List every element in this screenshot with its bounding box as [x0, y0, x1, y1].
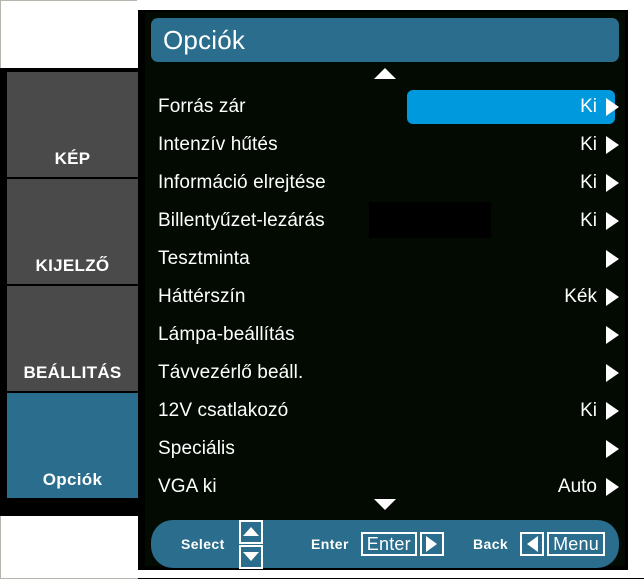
background-plate-right-edge [628, 0, 644, 578]
hint-back: Back Menu [473, 532, 605, 556]
menu-row-right: Auto [558, 468, 619, 506]
sidebar-item-label: Opciók [42, 470, 103, 489]
sidebar-item-kep[interactable]: KÉP [7, 72, 138, 177]
menu-row-right [597, 240, 619, 278]
row-highlight [407, 356, 615, 390]
chevron-right-icon[interactable] [606, 174, 619, 192]
background-plate-bottom-left [0, 516, 138, 579]
enter-key[interactable]: Enter [360, 532, 417, 556]
menu-row-value: Ki [580, 134, 597, 155]
hint-back-label: Back [473, 536, 509, 552]
menu-row[interactable]: Tesztminta [145, 240, 625, 278]
hint-enter-label: Enter [311, 536, 349, 552]
background-plate-top-edge [137, 0, 644, 10]
enter-key-group[interactable]: Enter [360, 532, 444, 556]
menu-row-label: Távvezérlő beáll. [158, 362, 304, 383]
chevron-right-icon[interactable] [606, 136, 619, 154]
triangle-left-icon[interactable] [520, 532, 545, 556]
menu-row-value: Auto [557, 476, 597, 497]
menu-row-label: 12V csatlakozó [158, 400, 289, 421]
panel-title-bar: Opciók [151, 18, 619, 62]
menu-row-value: Ki [580, 400, 597, 421]
triangle-right-icon[interactable] [419, 532, 444, 556]
menu-row-right: Ki [580, 126, 619, 164]
sidebar: KÉP KIJELZŐ BEÁLLITÁS Opciók [1, 72, 138, 508]
menu-row[interactable]: Intenzív hűtés Ki [145, 126, 625, 164]
menu-row-label: Billentyűzet-lezárás [158, 210, 325, 231]
menu-row-value: Ki [580, 210, 597, 231]
updown-key-group[interactable] [238, 519, 263, 569]
menu-list: Forrás zár Ki Intenzív hűtés Ki Információ e… [145, 88, 625, 506]
menu-row-label: Intenzív hűtés [158, 134, 278, 155]
menu-row-label: Lámpa-beállítás [158, 324, 295, 345]
menu-row-right: Ki [580, 202, 619, 240]
menu-row-right: Ki [580, 88, 619, 126]
menu-row[interactable]: Billentyűzet-lezárás Ki [145, 202, 625, 240]
menu-row-right: Kék [564, 278, 619, 316]
menu-row-value: Ki [580, 172, 597, 193]
menu-row[interactable]: 12V csatlakozó Ki [145, 392, 625, 430]
hint-select: Select [181, 519, 263, 569]
sidebar-item-label: KÉP [54, 149, 91, 168]
hint-select-label: Select [181, 536, 225, 552]
menu-row[interactable]: Speciális [145, 430, 625, 468]
chevron-right-icon[interactable] [606, 212, 619, 230]
menu-row-right: Ki [580, 164, 619, 202]
triangle-up-icon[interactable] [238, 519, 263, 544]
triangle-up-icon[interactable] [374, 68, 396, 79]
menu-row-right [597, 316, 619, 354]
menu-row-label: Speciális [158, 438, 235, 459]
background-plate-top-left [0, 0, 138, 68]
hint-enter: Enter Enter [311, 532, 444, 556]
row-highlight [407, 432, 615, 466]
menu-row-label: Háttérszín [158, 286, 246, 307]
chevron-right-icon[interactable] [606, 288, 619, 306]
menu-row-value: Kék [564, 286, 597, 307]
help-bar: Select Enter Enter Back Menu [151, 519, 619, 569]
menu-row[interactable]: Távvezérlő beáll. [145, 354, 625, 392]
menu-row-label: Tesztminta [158, 248, 250, 269]
page-title: Opciók [163, 24, 246, 55]
chevron-right-icon[interactable] [606, 250, 619, 268]
background-plate-bottom-edge [137, 570, 628, 578]
menu-row-label: VGA ki [158, 476, 217, 497]
osd-panel: Opciók Forrás zár Ki Intenzív hűtés Ki Infor… [145, 12, 625, 569]
sidebar-item-beallitas[interactable]: BEÁLLITÁS [7, 286, 138, 391]
triangle-down-icon[interactable] [238, 544, 263, 569]
menu-row-label: Forrás zár [158, 96, 246, 117]
osd-screen: KÉP KIJELZŐ BEÁLLITÁS Opciók Opciók Forr… [0, 0, 644, 579]
menu-row-right [597, 354, 619, 392]
row-highlight [407, 242, 615, 276]
sidebar-item-kijelzo[interactable]: KIJELZŐ [7, 179, 138, 284]
triangle-down-icon[interactable] [374, 499, 396, 510]
row-highlight [407, 318, 615, 352]
menu-row[interactable]: Forrás zár Ki [145, 88, 625, 126]
menu-key[interactable]: Menu [547, 532, 605, 556]
back-key-group[interactable]: Menu [520, 532, 605, 556]
menu-row[interactable]: Lámpa-beállítás [145, 316, 625, 354]
menu-row-right [597, 430, 619, 468]
sidebar-item-label: BEÁLLITÁS [23, 363, 122, 382]
menu-row-right: Ki [580, 392, 619, 430]
menu-row[interactable]: Háttérszín Kék [145, 278, 625, 316]
menu-row-value: Ki [580, 96, 597, 117]
sidebar-item-label: KIJELZŐ [35, 256, 110, 275]
menu-row-label: Információ elrejtése [158, 172, 326, 193]
chevron-right-icon[interactable] [606, 478, 619, 496]
chevron-right-icon[interactable] [606, 402, 619, 420]
chevron-right-icon[interactable] [606, 98, 619, 116]
chevron-right-icon[interactable] [606, 364, 619, 382]
chevron-right-icon[interactable] [606, 326, 619, 344]
chevron-right-icon[interactable] [606, 440, 619, 458]
sidebar-item-opciok[interactable]: Opciók [7, 393, 138, 498]
menu-row[interactable]: Információ elrejtése Ki [145, 164, 625, 202]
